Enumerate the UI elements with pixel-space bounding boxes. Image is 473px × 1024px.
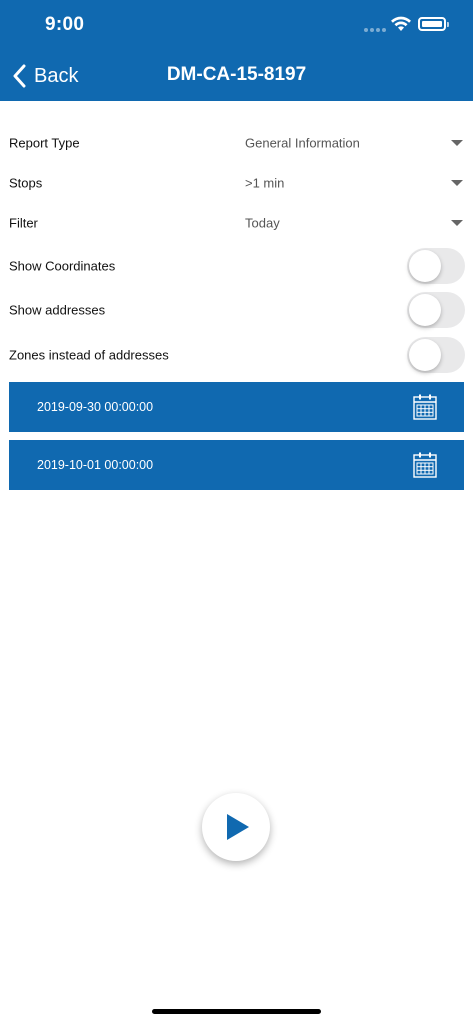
show-addresses-label: Show addresses: [9, 302, 106, 318]
zones-instead-label: Zones instead of addresses: [9, 347, 169, 363]
caret-down-icon: [451, 180, 463, 186]
caret-down-icon: [451, 220, 463, 226]
calendar-icon: [413, 452, 437, 478]
battery-icon: [418, 17, 449, 31]
start-date-picker[interactable]: 2019-09-30 00:00:00: [9, 382, 464, 432]
report-type-value: General Information: [245, 135, 360, 151]
home-indicator[interactable]: [152, 1009, 321, 1014]
stops-label: Stops: [9, 175, 43, 191]
report-type-label: Report Type: [9, 135, 80, 151]
stops-value: >1 min: [245, 175, 285, 191]
filter-value: Today: [245, 215, 280, 231]
wifi-icon: [390, 16, 412, 37]
run-report-button[interactable]: [202, 793, 270, 861]
header-bar: 9:00 Back DM-CA-15-8197: [0, 0, 473, 101]
end-date-picker[interactable]: 2019-10-01 00:00:00: [9, 440, 464, 490]
filter-select[interactable]: Filter Today: [0, 209, 473, 237]
play-icon: [227, 814, 249, 840]
page-title: DM-CA-15-8197: [166, 64, 307, 85]
report-type-select[interactable]: Report Type General Information: [0, 129, 473, 157]
show-coordinates-toggle[interactable]: [407, 248, 465, 284]
stops-select[interactable]: Stops >1 min: [0, 169, 473, 197]
toggle-knob: [409, 250, 441, 282]
zones-instead-row: Zones instead of addresses: [0, 337, 473, 373]
show-coordinates-label: Show Coordinates: [9, 258, 116, 274]
filter-label: Filter: [9, 215, 38, 231]
start-date-value: 2019-09-30 00:00:00: [37, 400, 154, 414]
cellular-signal-icon: [364, 28, 386, 32]
show-coordinates-row: Show Coordinates: [0, 248, 473, 284]
show-addresses-row: Show addresses: [0, 292, 473, 328]
show-addresses-toggle[interactable]: [407, 292, 465, 328]
caret-down-icon: [451, 140, 463, 146]
status-time: 9:00: [45, 14, 85, 35]
toggle-knob: [409, 294, 441, 326]
end-date-value: 2019-10-01 00:00:00: [37, 458, 154, 472]
toggle-knob: [409, 339, 441, 371]
calendar-icon: [413, 394, 437, 420]
zones-instead-toggle[interactable]: [407, 337, 465, 373]
